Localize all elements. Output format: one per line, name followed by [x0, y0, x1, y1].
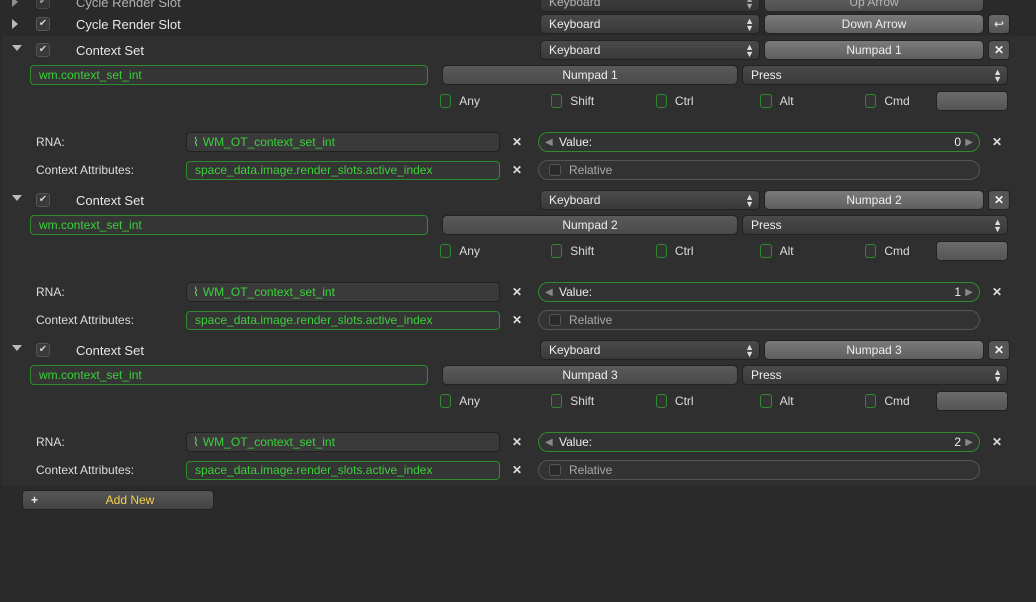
value-input[interactable]: ◀ Value: 0 ▶ — [538, 132, 980, 152]
event-select[interactable]: Press▲▼ — [742, 65, 1008, 85]
relative-checkbox[interactable] — [549, 314, 561, 326]
rna-label: RNA: — [30, 435, 180, 449]
mod-shift-checkbox[interactable] — [551, 394, 562, 408]
rna-field[interactable]: WM_OT_context_set_int — [186, 132, 500, 152]
mod-shift-checkbox[interactable] — [551, 244, 562, 258]
restore-button[interactable]: ↩ — [988, 14, 1010, 34]
plus-icon: + — [31, 493, 45, 507]
shortcut-button[interactable]: Down Arrow — [764, 14, 984, 34]
map-type-select[interactable]: Keyboard▲▼ — [540, 40, 760, 60]
mod-any-checkbox[interactable] — [440, 394, 451, 408]
increment-icon[interactable]: ▶ — [965, 437, 973, 448]
value-input[interactable]: ◀ Value: 2 ▶ — [538, 432, 980, 452]
enable-checkbox[interactable] — [36, 0, 50, 9]
rna-label: RNA: — [30, 285, 180, 299]
map-type-select[interactable]: Keyboard▲▼ — [540, 14, 760, 34]
increment-icon[interactable]: ▶ — [965, 137, 973, 148]
value-input[interactable]: ◀ Value: 1 ▶ — [538, 282, 980, 302]
relative-checkbox[interactable] — [549, 464, 561, 476]
context-attr-input[interactable]: space_data.image.render_slots.active_ind… — [186, 461, 500, 480]
increment-icon[interactable]: ▶ — [965, 287, 973, 298]
keymap-name: Cycle Render Slot — [76, 0, 536, 10]
mod-ctrl-checkbox[interactable] — [656, 94, 667, 108]
collapse-icon[interactable] — [12, 45, 22, 55]
mod-any-checkbox[interactable] — [440, 94, 451, 108]
expand-icon[interactable] — [12, 19, 22, 29]
keymap-name: Context Set — [76, 43, 536, 58]
shortcut-button[interactable]: Numpad 3 — [764, 340, 984, 360]
clear-context-button[interactable]: ✕ — [506, 460, 528, 480]
clear-rna-button[interactable]: ✕ — [506, 132, 528, 152]
event-select[interactable]: Press▲▼ — [742, 215, 1008, 235]
keymap-name: Cycle Render Slot — [76, 17, 536, 32]
collapse-icon[interactable] — [12, 345, 22, 355]
operator-input[interactable]: wm.context_set_int — [30, 365, 428, 385]
shortcut-button[interactable]: Numpad 2 — [764, 190, 984, 210]
clear-context-button[interactable]: ✕ — [506, 160, 528, 180]
collapse-icon[interactable] — [12, 195, 22, 205]
extra-key-slot[interactable] — [936, 391, 1008, 411]
operator-input[interactable]: wm.context_set_int — [30, 65, 428, 85]
relative-toggle[interactable]: Relative — [538, 160, 980, 180]
decrement-icon[interactable]: ◀ — [545, 137, 553, 148]
enable-checkbox[interactable] — [36, 193, 50, 207]
key-select[interactable]: Numpad 3 — [442, 365, 738, 385]
mod-cmd-checkbox[interactable] — [865, 94, 876, 108]
mod-alt-checkbox[interactable] — [760, 394, 771, 408]
event-select[interactable]: Press▲▼ — [742, 365, 1008, 385]
shortcut-button[interactable]: Up Arrow — [764, 0, 984, 12]
keymap-name: Context Set — [76, 193, 536, 208]
decrement-icon[interactable]: ◀ — [545, 437, 553, 448]
extra-key-slot[interactable] — [936, 241, 1008, 261]
reset-value-button[interactable]: ✕ — [986, 432, 1008, 452]
remove-button[interactable]: ✕ — [988, 190, 1010, 210]
mod-ctrl-checkbox[interactable] — [656, 394, 667, 408]
enable-checkbox[interactable] — [36, 43, 50, 57]
script-icon — [193, 135, 203, 149]
add-new-button[interactable]: + Add New — [22, 490, 214, 510]
remove-button[interactable]: ✕ — [988, 340, 1010, 360]
map-type-select[interactable]: Keyboard▲▼ — [540, 0, 760, 12]
mod-ctrl-checkbox[interactable] — [656, 244, 667, 258]
expand-icon[interactable] — [12, 0, 22, 7]
rna-field[interactable]: WM_OT_context_set_int — [186, 282, 500, 302]
keymap-name: Context Set — [76, 343, 536, 358]
key-select[interactable]: Numpad 1 — [442, 65, 738, 85]
operator-input[interactable]: wm.context_set_int — [30, 215, 428, 235]
clear-context-button[interactable]: ✕ — [506, 310, 528, 330]
reset-value-button[interactable]: ✕ — [986, 282, 1008, 302]
rna-label: RNA: — [30, 135, 180, 149]
relative-checkbox[interactable] — [549, 164, 561, 176]
reset-value-button[interactable]: ✕ — [986, 132, 1008, 152]
relative-toggle[interactable]: Relative — [538, 310, 980, 330]
mod-shift-checkbox[interactable] — [551, 94, 562, 108]
clear-rna-button[interactable]: ✕ — [506, 432, 528, 452]
mod-cmd-checkbox[interactable] — [865, 244, 876, 258]
shortcut-button[interactable]: Numpad 1 — [764, 40, 984, 60]
script-icon — [193, 285, 203, 299]
key-select[interactable]: Numpad 2 — [442, 215, 738, 235]
context-attr-input[interactable]: space_data.image.render_slots.active_ind… — [186, 161, 500, 180]
relative-toggle[interactable]: Relative — [538, 460, 980, 480]
enable-checkbox[interactable] — [36, 343, 50, 357]
mod-any-checkbox[interactable] — [440, 244, 451, 258]
enable-checkbox[interactable] — [36, 17, 50, 31]
mod-alt-checkbox[interactable] — [760, 244, 771, 258]
map-type-select[interactable]: Keyboard▲▼ — [540, 340, 760, 360]
context-attr-label: Context Attributes: — [30, 313, 180, 327]
rna-field[interactable]: WM_OT_context_set_int — [186, 432, 500, 452]
map-type-select[interactable]: Keyboard▲▼ — [540, 190, 760, 210]
clear-rna-button[interactable]: ✕ — [506, 282, 528, 302]
decrement-icon[interactable]: ◀ — [545, 287, 553, 298]
mod-alt-checkbox[interactable] — [760, 94, 771, 108]
mod-cmd-checkbox[interactable] — [865, 394, 876, 408]
script-icon — [193, 435, 203, 449]
add-new-label: Add New — [55, 493, 205, 507]
remove-button[interactable]: ✕ — [988, 40, 1010, 60]
context-attr-input[interactable]: space_data.image.render_slots.active_ind… — [186, 311, 500, 330]
extra-key-slot[interactable] — [936, 91, 1008, 111]
context-attr-label: Context Attributes: — [30, 463, 180, 477]
context-attr-label: Context Attributes: — [30, 163, 180, 177]
